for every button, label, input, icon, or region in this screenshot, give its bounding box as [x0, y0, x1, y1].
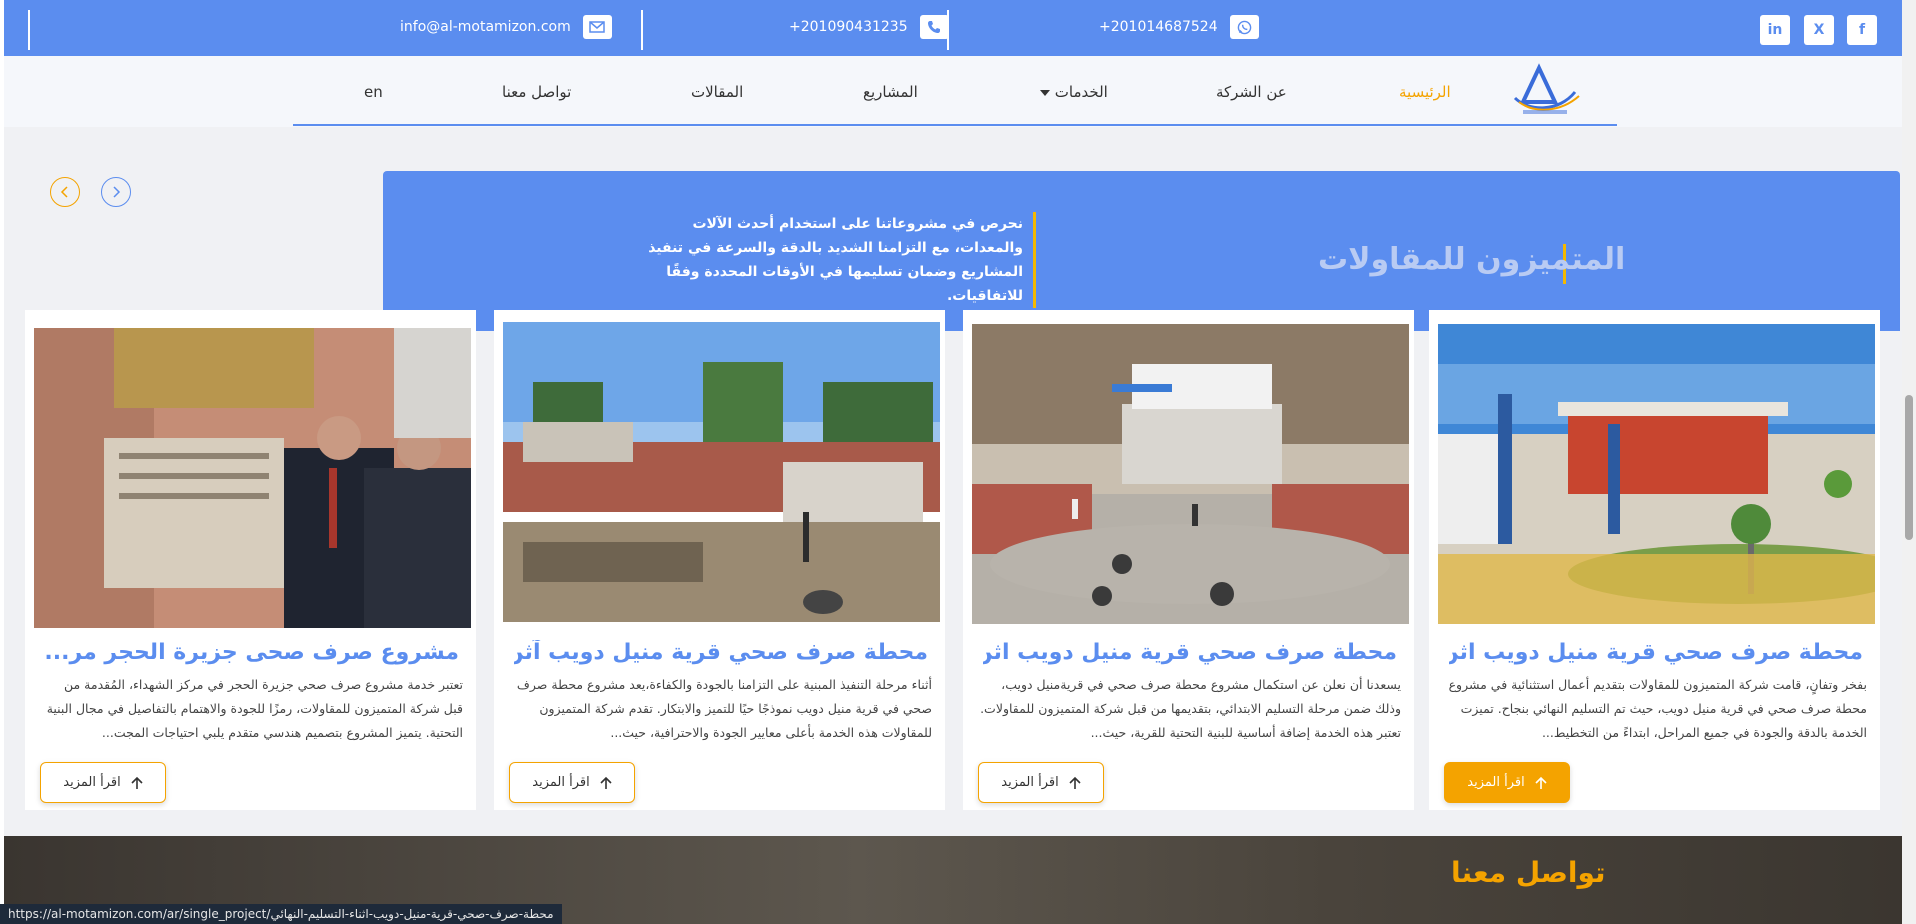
nav-about[interactable]: عن الشركة: [1216, 83, 1287, 101]
project-description: بفخر وتفانٍ، قامت شركة المتميزون للمقاول…: [1448, 677, 1867, 740]
main-nav: الرئيسية عن الشركة الخدمات المشاريع المق…: [4, 56, 1902, 127]
project-title[interactable]: محطة صرف صحي قرية منيل دويب اثن...: [983, 640, 1397, 665]
x-icon[interactable]: X: [1804, 15, 1834, 45]
project-photo: [1438, 324, 1875, 624]
read-more-button[interactable]: اقرأ المزيد: [978, 762, 1104, 803]
linkedin-icon[interactable]: in: [1760, 15, 1790, 45]
nav-language[interactable]: en: [364, 83, 383, 101]
phone-icon: [919, 15, 949, 39]
logo[interactable]: [1509, 62, 1583, 122]
arrow-up-icon: [600, 776, 612, 789]
project-description: تعتبر خدمة مشروع صرف صحي جزيرة الحجر في …: [46, 677, 463, 740]
read-more-button[interactable]: اقرأ المزيد: [1444, 762, 1570, 803]
email-contact[interactable]: info@al-motamizon.com: [400, 15, 612, 39]
project-photo: [972, 324, 1409, 624]
read-more-button[interactable]: اقرأ المزيد: [509, 762, 635, 803]
project-card[interactable]: محطة صرف صحي قرية منيل دويب اثن... يسعدن…: [963, 310, 1414, 810]
email-text[interactable]: info@al-motamizon.com: [400, 19, 571, 35]
contact-title: تواصل معنا: [1451, 856, 1606, 889]
project-card[interactable]: محطة صرف صحي قرية منيل دويب آثن... أثناء…: [494, 310, 945, 810]
nav-articles[interactable]: المقالات: [691, 83, 743, 101]
project-photo: [503, 322, 940, 622]
project-title[interactable]: محطة صرف صحي قرية منيل دويب اثن...: [1449, 640, 1863, 665]
status-url: https://al-motamizon.com/ar/single_proje…: [0, 904, 562, 924]
read-more-button[interactable]: اقرأ المزيد: [40, 762, 166, 803]
project-card[interactable]: مشروع صرف صحى جزيرة الحجر مر... تعتبر خد…: [25, 310, 476, 810]
nav-home[interactable]: الرئيسية: [1399, 83, 1451, 101]
read-more-label: اقرأ المزيد: [63, 775, 121, 790]
divider: [947, 10, 949, 50]
project-card[interactable]: محطة صرف صحي قرية منيل دويب اثن... بفخر …: [1429, 310, 1880, 810]
project-title[interactable]: محطة صرف صحي قرية منيل دويب آثن...: [514, 640, 928, 665]
project-description: يسعدنا أن نعلن عن استكمال مشروع محطة صرف…: [980, 677, 1401, 740]
divider: [641, 10, 643, 50]
nav-services[interactable]: الخدمات: [1034, 83, 1108, 101]
facebook-icon[interactable]: f: [1847, 15, 1877, 45]
arrow-up-icon: [1069, 776, 1081, 789]
arrow-up-icon: [1535, 776, 1547, 789]
nav-services-label: الخدمات: [1054, 83, 1108, 101]
next-arrow-button[interactable]: [101, 177, 131, 207]
project-photo: [34, 328, 471, 628]
project-title[interactable]: مشروع صرف صحى جزيرة الحجر مر...: [45, 640, 459, 665]
mail-icon: [582, 15, 612, 39]
prev-arrow-button[interactable]: [50, 177, 80, 207]
project-description: أثناء مرحلة التنفيذ المبنية على التزامنا…: [516, 677, 932, 740]
arrow-up-icon: [131, 776, 143, 789]
read-more-label: اقرأ المزيد: [532, 775, 590, 790]
scrollbar-thumb[interactable]: [1905, 395, 1913, 540]
chevron-right-icon: [113, 186, 121, 198]
chevron-left-icon: [60, 186, 68, 198]
divider: [28, 10, 30, 50]
whatsapp-contact[interactable]: +201014687524: [1099, 15, 1259, 39]
phone-contact[interactable]: +201090431235: [789, 15, 949, 39]
nav-contact[interactable]: تواصل معنا: [502, 83, 571, 101]
whatsapp-text[interactable]: +201014687524: [1099, 19, 1218, 35]
top-contact-bar: info@al-motamizon.com +201090431235 +201…: [4, 0, 1902, 56]
read-more-label: اقرأ المزيد: [1001, 775, 1059, 790]
nav-underline: [293, 124, 1617, 126]
banner-quote: نحرص في مشروعاتنا على استخدام أحدث الآلا…: [620, 212, 1036, 308]
read-more-label: اقرأ المزيد: [1467, 775, 1525, 790]
phone-text[interactable]: +201090431235: [789, 19, 908, 35]
brand-title: المتميزون للمقاولات: [1318, 242, 1626, 277]
project-banner: [383, 171, 1900, 311]
nav-projects[interactable]: المشاريع: [863, 83, 918, 101]
whatsapp-icon: [1229, 15, 1259, 39]
chevron-down-icon: [1040, 89, 1050, 96]
